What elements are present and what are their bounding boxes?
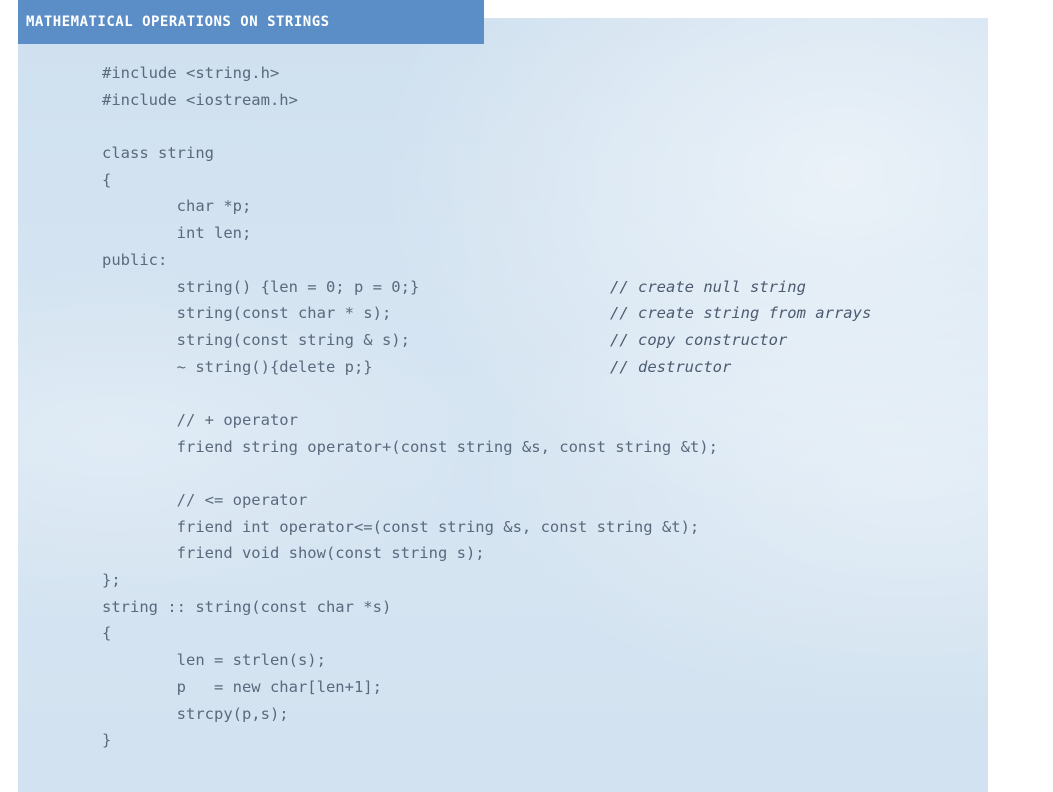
code-line: friend string operator+(const string &s,… — [102, 434, 718, 461]
code-line: string() {len = 0; p = 0;} // create null… — [102, 274, 806, 301]
code-comment: // destructor — [610, 357, 732, 376]
code-text: } — [102, 731, 112, 750]
code-line: string(const string & s); // copy constru… — [102, 327, 788, 354]
code-text: string :: string(const char *s) — [102, 597, 392, 616]
code-line: }; — [102, 567, 718, 594]
code-comment: // copy constructor — [610, 330, 788, 349]
code-comment: // create null string — [610, 277, 806, 296]
code-text: #include <string.h> — [102, 64, 280, 82]
code-line: { — [102, 620, 718, 647]
code-line: int len; — [102, 220, 718, 247]
code-line: string(const char * s); // create string … — [102, 300, 872, 327]
code-text: class string — [102, 144, 214, 163]
code-text: string(const string & s); — [102, 330, 410, 349]
code-text: friend int operator<=(const string &s, c… — [102, 517, 700, 536]
code-text: // + operator — [102, 410, 298, 429]
code-line: char *p; — [102, 193, 718, 220]
code-text: friend string operator+(const string &s,… — [102, 437, 718, 456]
code-line: string :: string(const char *s) — [102, 594, 718, 621]
section-title: MATHEMATICAL OPERATIONS ON STRINGS — [18, 0, 484, 44]
code-comment: // create string from arrays — [610, 304, 872, 323]
code-text: }; — [102, 571, 121, 590]
code-text: string(const char * s); — [102, 304, 392, 323]
code-text: p = new char[len+1]; — [102, 677, 382, 696]
code-text: { — [102, 170, 112, 189]
code-line: #include <string.h> — [102, 60, 718, 87]
code-text: #include <iostream.h> — [102, 90, 298, 109]
code-line: ~ string(){delete p;} // destructor — [102, 354, 732, 381]
code-text: len = strlen(s); — [102, 651, 326, 670]
code-text: friend void show(const string s); — [102, 544, 485, 563]
code-text: ~ string(){delete p;} — [102, 357, 373, 376]
code-text: // <= operator — [102, 491, 308, 509]
code-text: string() {len = 0; p = 0;} — [102, 277, 420, 296]
code-line: class string — [102, 140, 718, 167]
code-line: p = new char[len+1]; — [102, 674, 718, 701]
code-line: friend void show(const string s); — [102, 540, 718, 567]
code-text: public: — [102, 250, 168, 269]
code-text: int len; — [102, 224, 252, 243]
code-text: { — [102, 624, 112, 643]
code-line: #include <iostream.h> — [102, 87, 718, 114]
code-line: len = strlen(s); — [102, 647, 718, 674]
code-text: strcpy(p,s); — [102, 704, 289, 723]
code-block: #include <string.h> #include <iostream.h>… — [102, 60, 872, 754]
code-line: } — [102, 727, 718, 754]
code-line: { — [102, 167, 718, 194]
code-text: char *p; — [102, 197, 252, 216]
code-line: friend int operator<=(const string &s, c… — [102, 514, 718, 541]
code-line: // + operator — [102, 407, 718, 434]
code-line: public: — [102, 247, 718, 274]
code-line: strcpy(p,s); — [102, 701, 718, 728]
code-line: // <= operator — [102, 487, 718, 514]
